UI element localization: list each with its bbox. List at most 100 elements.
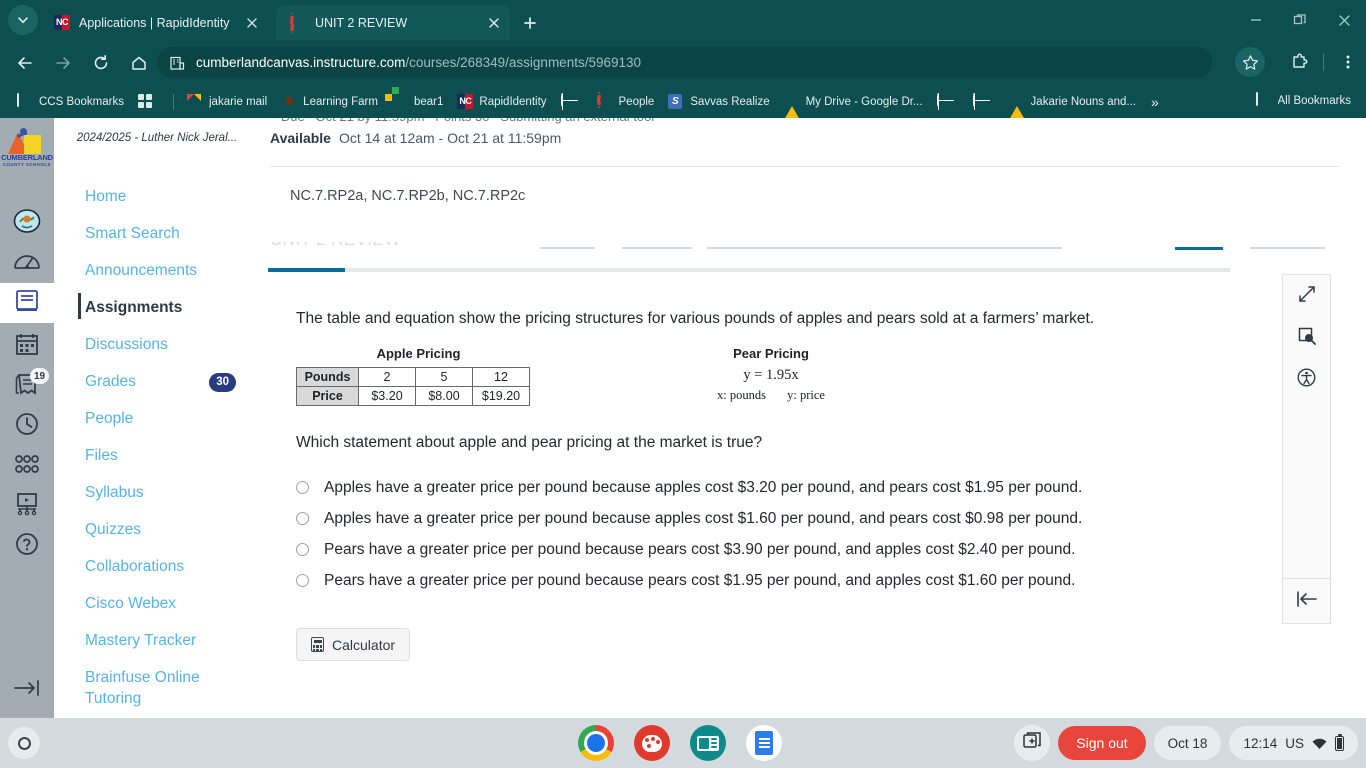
bookmark-globe-1[interactable] [554,90,590,114]
price-cell-1: $3.20 [358,386,416,406]
collapse-arrow-icon [13,679,41,702]
tab-search-button[interactable] [8,5,38,35]
all-bookmarks-label: All Bookmarks [1277,95,1352,107]
tool-rail-collapse-button[interactable] [1283,580,1330,623]
course-nav-item-brainfuse-online-tutoring[interactable]: Brainfuse Online Tutoring [54,659,254,717]
expand-tool-button[interactable] [1283,275,1330,317]
sign-out-button[interactable]: Sign out [1058,726,1146,760]
accessibility-person-icon [1297,368,1316,392]
bookmark-my-drive[interactable]: My Drive - Google Dr... [777,90,930,118]
course-nav-item-assignments[interactable]: Assignments [54,289,254,326]
course-nav-item-files[interactable]: Files [54,437,254,474]
shelf-app-paint[interactable] [634,725,670,761]
shelf-status-pod[interactable]: 12:14 US [1229,726,1358,760]
shelf-date-pod[interactable]: Oct 18 [1153,726,1222,760]
bookmarks-overflow-button[interactable]: » [1143,94,1167,110]
bookmark-people[interactable]: People [590,90,662,114]
calculator-button[interactable]: Calculator [296,628,411,661]
new-tab-button[interactable] [518,11,542,35]
global-nav-studio[interactable] [0,486,54,526]
radio-button[interactable] [296,481,309,494]
expand-arrows-icon [1298,285,1316,308]
global-nav-collapse-button[interactable] [0,672,54,708]
bookmark-learning-farm[interactable]: Learning Farm [274,90,385,114]
answer-choice-3[interactable]: Pears have a greater price per pound bec… [296,534,1236,565]
extensions-puzzle-icon[interactable] [1285,47,1313,77]
bookmark-jakarie-nouns[interactable]: Jakarie Nouns and... [1002,90,1143,118]
global-nav-inbox[interactable]: 19 [0,366,54,406]
address-bar[interactable]: cumberlandcanvas.instructure.com/courses… [157,47,1212,78]
global-nav-calendar[interactable] [0,326,54,366]
browser-menu-button[interactable] [1334,47,1362,77]
back-button[interactable] [11,49,39,77]
course-nav-item-announcements[interactable]: Announcements [54,252,254,289]
bookmark-jakarie-mail[interactable]: jakarie mail [180,90,274,114]
globe-icon [560,92,577,110]
course-nav-item-collaborations[interactable]: Collaborations [54,548,254,585]
close-icon[interactable] [244,15,260,31]
bookmark-label: bear1 [413,95,444,108]
answer-choice-1[interactable]: Apples have a greater price per pound be… [296,472,1236,503]
global-nav-groups[interactable] [0,446,54,486]
screen-capture-button[interactable] [1014,725,1051,761]
radio-button[interactable] [296,543,309,556]
standards-text: NC.7.RP2a, NC.7.RP2b, NC.7.RP2c [290,188,526,204]
close-window-button[interactable] [1322,0,1366,40]
course-nav-item-grades[interactable]: Grades 30 [54,363,254,400]
close-icon[interactable] [486,15,502,31]
canvas-circle-icon [290,12,306,34]
forward-button[interactable] [49,49,77,77]
bookmark-bear1[interactable]: bear1 [385,90,450,114]
home-button[interactable] [125,49,153,77]
course-nav-item-cisco-webex[interactable]: Cisco Webex [54,585,254,622]
window-controls [1234,0,1366,40]
global-nav-help[interactable] [0,526,54,566]
course-nav-item-quizzes[interactable]: Quizzes [54,511,254,548]
all-bookmarks-button[interactable]: All Bookmarks [1249,89,1359,113]
course-nav-item-home[interactable]: Home [54,178,254,215]
browser-tab-unit2review[interactable]: UNIT 2 REVIEW [276,5,510,40]
accessibility-tool-button[interactable] [1283,359,1330,401]
answer-choice-4[interactable]: Pears have a greater price per pound bec… [296,565,1236,596]
bookmark-globe-3[interactable] [966,90,1002,114]
global-nav-history[interactable] [0,406,54,446]
global-nav-dashboard[interactable] [0,243,54,283]
bookmark-savvas-realize[interactable]: S Savvas Realize [661,90,776,114]
bookmark-apps-grid[interactable] [131,90,167,114]
shelf-app-news[interactable] [690,725,726,761]
launcher-button[interactable] [8,727,40,759]
radio-button[interactable] [296,512,309,525]
url-text: cumberlandcanvas.instructure.com/courses… [196,55,641,70]
site-info-icon[interactable] [169,55,185,71]
shelf-app-chrome[interactable] [578,725,614,761]
answer-choice-2[interactable]: Apples have a greater price per pound be… [296,503,1236,534]
quiz-toolbar-cutoff: UNIT 2 REVIEW [270,242,1330,254]
cumberland-county-schools-logo[interactable]: CUMBERLAND COUNTY SCHOOLS [0,124,54,172]
course-nav-item-smart-search[interactable]: Smart Search [54,215,254,252]
course-nav-item-discussions[interactable]: Discussions [54,326,254,363]
bookmark-label: Learning Farm [303,95,378,108]
nav-label: Announcements [85,262,198,279]
shelf-app-google-docs[interactable] [746,725,782,761]
maximize-button[interactable] [1278,0,1322,40]
available-value: Oct 14 at 12am - Oct 21 at 11:59pm [338,130,562,146]
reload-button[interactable] [87,49,115,77]
minimize-button[interactable] [1234,0,1278,40]
calculator-icon [311,637,324,652]
nc-logo-icon: NC [457,93,474,110]
magnify-tool-button[interactable] [1283,317,1330,359]
bookmark-ccs-bookmarks[interactable]: CCS Bookmarks [10,90,131,114]
radio-button[interactable] [296,574,309,587]
bookmark-globe-2[interactable] [930,90,966,114]
bookmark-rapididentity[interactable]: NC RapidIdentity [450,90,553,114]
course-nav-item-people[interactable]: People [54,400,254,437]
global-nav-account[interactable] [0,203,54,243]
course-nav-item-mastery-tracker[interactable]: Mastery Tracker [54,622,254,659]
global-nav-courses[interactable] [0,283,54,323]
apps-grid-icon [138,93,154,110]
course-nav-item-syllabus[interactable]: Syllabus [54,474,254,511]
launcher-circle-icon [17,736,31,750]
bookmark-star-icon[interactable] [1235,47,1265,77]
google-drive-icon [783,93,800,118]
browser-tab-applications[interactable]: NC Applications | RapidIdentity [40,5,268,40]
